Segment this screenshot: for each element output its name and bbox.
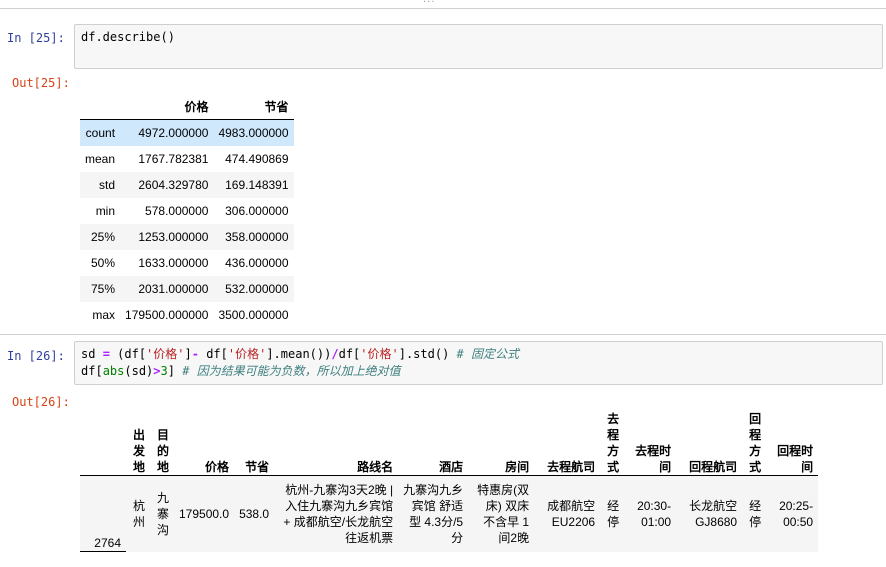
- table-cell: 杭州: [126, 475, 150, 552]
- column-header: 回程时间: [766, 411, 819, 476]
- column-header: 节省: [213, 89, 294, 120]
- row-index: 2764: [80, 475, 126, 552]
- table-header-row: 价格 节省: [80, 89, 294, 120]
- table-cell: 特惠房(双床) 双床 不含早 1间2晚: [468, 475, 535, 552]
- table-cell: 179500.0: [174, 475, 235, 552]
- table-row[interactable]: std 2604.329780 169.148391: [80, 172, 294, 198]
- row-index: count: [85, 126, 116, 140]
- table-row[interactable]: count 4972.000000 4983.000000: [80, 119, 294, 146]
- code-input-26[interactable]: sd = (df['价格']- df['价格'].mean())/df['价格'…: [74, 341, 883, 385]
- table-cell: 1767.782381: [138, 152, 209, 166]
- table-cell: 474.490869: [225, 152, 289, 166]
- describe-table: 价格 节省 count 4972.000000 4983.000000 mean…: [80, 89, 294, 328]
- row-index: 50%: [91, 256, 116, 270]
- table-cell: 4983.000000: [218, 126, 289, 140]
- table-cell: 538.0: [234, 475, 275, 552]
- row-index: min: [95, 204, 116, 218]
- table-cell: 436.000000: [225, 256, 289, 270]
- table-cell: 532.000000: [225, 282, 289, 296]
- table-cell: 578.000000: [145, 204, 209, 218]
- collapse-handle[interactable]: ...: [423, 0, 436, 5]
- table-cell: 杭州-九寨沟3天2晚 | 入住九寨沟九乡宾馆 + 成都航空/长龙航空往返机票: [274, 475, 399, 552]
- table-cell: 成都航空 EU2206: [534, 475, 601, 552]
- row-index: 25%: [91, 230, 116, 244]
- row-index: std: [99, 178, 116, 192]
- table-cell: 2031.000000: [138, 282, 209, 296]
- table-header-row: 出发地 目的地 价格 节省 路线名 酒店 房间 去程航司 去程方式 去程时间 回…: [80, 411, 819, 476]
- column-header: 节省: [234, 411, 275, 476]
- input-prompt-25: In [25]:: [7, 31, 65, 45]
- table-cell: 306.000000: [225, 204, 289, 218]
- table-row[interactable]: 2764 杭州 九寨沟 179500.0 538.0 杭州-九寨沟3天2晚 | …: [80, 475, 819, 552]
- table-cell: 长龙航空 GJ8680: [676, 475, 743, 552]
- column-header: 去程方式: [600, 411, 625, 476]
- table-cell: 2604.329780: [138, 178, 209, 192]
- table-cell: 20:25-00:50: [766, 475, 819, 552]
- table-row[interactable]: 75% 2031.000000 532.000000: [80, 276, 294, 302]
- column-header: 目的地: [150, 411, 174, 476]
- table-cell: 358.000000: [225, 230, 289, 244]
- cell-divider: [0, 334, 886, 335]
- table-cell: 1633.000000: [138, 256, 209, 270]
- column-header: 房间: [468, 411, 535, 476]
- code-text-25: df.describe(): [81, 30, 175, 44]
- column-header: 回程航司: [676, 411, 743, 476]
- column-header: 去程航司: [534, 411, 601, 476]
- table-cell: 九寨沟: [150, 475, 174, 552]
- input-prompt-26: In [26]:: [7, 349, 65, 363]
- row-index: max: [92, 308, 116, 322]
- row-index: 75%: [91, 282, 116, 296]
- output-prompt-26: Out[26]:: [12, 395, 70, 409]
- table-row[interactable]: min 578.000000 306.000000: [80, 198, 294, 224]
- table-cell: 179500.000000: [125, 308, 209, 322]
- notebook-top-divider: [0, 0, 886, 9]
- outlier-table: 出发地 目的地 价格 节省 路线名 酒店 房间 去程航司 去程方式 去程时间 回…: [80, 411, 819, 552]
- column-header: 价格: [174, 411, 235, 476]
- table-cell: 经停: [742, 475, 767, 552]
- column-header: 酒店: [398, 411, 469, 476]
- table-row[interactable]: 50% 1633.000000 436.000000: [80, 250, 294, 276]
- index-header: [80, 411, 126, 476]
- index-header: [80, 89, 121, 120]
- code-input-25[interactable]: df.describe(): [74, 24, 883, 69]
- row-index: mean: [85, 152, 116, 166]
- table-cell: 1253.000000: [138, 230, 209, 244]
- table-row[interactable]: 25% 1253.000000 358.000000: [80, 224, 294, 250]
- table-cell: 经停: [600, 475, 625, 552]
- column-header: 路线名: [274, 411, 399, 476]
- table-cell: 20:30-01:00: [624, 475, 677, 552]
- code-line-2: df[abs(sd)>3] # 因为结果可能为负数，所以加上绝对值: [81, 364, 401, 378]
- code-line-1: sd = (df['价格']- df['价格'].mean())/df['价格'…: [81, 347, 519, 361]
- table-cell: 4972.000000: [138, 126, 209, 140]
- column-header: 价格: [120, 89, 214, 120]
- table-cell: 3500.000000: [218, 308, 289, 322]
- table-cell: 169.148391: [225, 178, 289, 192]
- column-header: 回程方式: [742, 411, 767, 476]
- output-prompt-25: Out[25]:: [12, 76, 70, 90]
- table-row[interactable]: max 179500.000000 3500.000000: [80, 302, 294, 328]
- column-header: 出发地: [126, 411, 150, 476]
- table-row[interactable]: mean 1767.782381 474.490869: [80, 146, 294, 172]
- table-cell: 九寨沟九乡宾馆 舒适型 4.3分/5分: [398, 475, 469, 552]
- column-header: 去程时间: [624, 411, 677, 476]
